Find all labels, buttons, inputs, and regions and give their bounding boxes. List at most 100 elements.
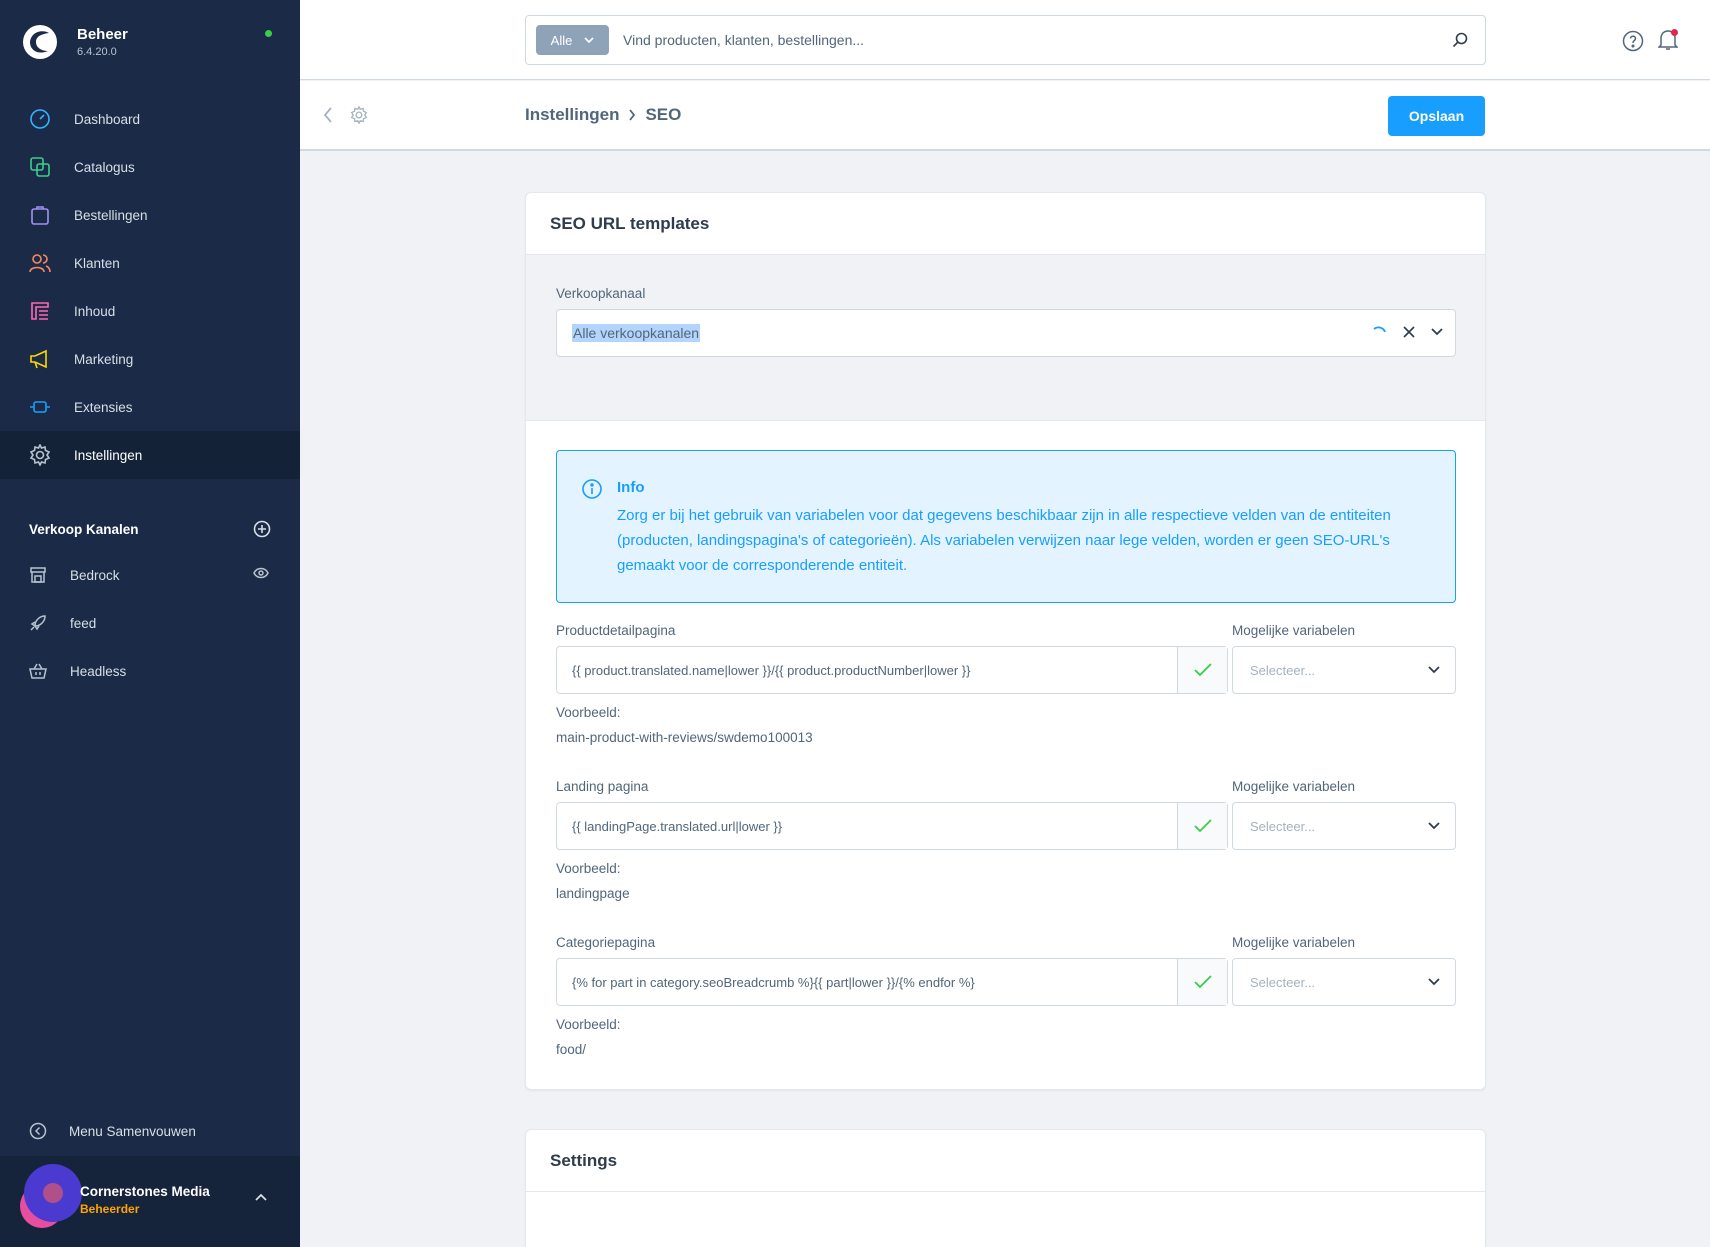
brand[interactable]: Beheer 6.4.20.0: [22, 24, 128, 60]
sidebar-item-catalogus[interactable]: Catalogus: [0, 143, 300, 191]
variables-placeholder: Selecteer...: [1250, 662, 1316, 678]
card-title: Settings: [526, 1130, 1485, 1192]
variables-select[interactable]: Selecteer...: [1232, 802, 1456, 850]
template-value: {{ landingPage.translated.url|lower }}: [572, 818, 783, 834]
user-name: Cornerstones Media: [80, 1184, 210, 1199]
save-button[interactable]: Opslaan: [1388, 96, 1485, 136]
sales-channels-title: Verkoop Kanalen: [29, 521, 139, 537]
sidebar: Beheer 6.4.20.0 Dashboard Catalogus Best…: [0, 0, 300, 1247]
catalog-icon: [29, 156, 51, 178]
sidebar-item-label: Klanten: [74, 255, 120, 271]
valid-check-icon: [1177, 959, 1227, 1005]
channel-item-headless[interactable]: Headless: [0, 647, 300, 695]
avatar: [24, 1164, 82, 1222]
clear-icon[interactable]: [1403, 326, 1415, 338]
channel-item-bedrock[interactable]: Bedrock: [0, 551, 300, 599]
marketing-icon: [29, 348, 51, 370]
template-input[interactable]: {% for part in category.seoBreadcrumb %}…: [556, 958, 1228, 1006]
sidebar-item-label: Marketing: [74, 351, 134, 367]
example-value: main-product-with-reviews/swdemo100013: [556, 730, 813, 745]
info-text: Zorg er bij het gebruik van variabelen v…: [617, 507, 1391, 574]
example-value: landingpage: [556, 886, 630, 901]
info-title: Info: [617, 479, 645, 496]
chevron-left-circle-icon: [29, 1122, 47, 1140]
settings-card: Settings: [525, 1129, 1486, 1247]
template-input[interactable]: {{ landingPage.translated.url|lower }}: [556, 802, 1228, 850]
back-arrow-icon[interactable]: [322, 106, 334, 124]
user-role: Beheerder: [80, 1202, 140, 1216]
field-label: Categoriepagina: [556, 935, 656, 950]
help-icon[interactable]: [1622, 30, 1644, 52]
channel-label: feed: [70, 615, 97, 631]
storefront-icon: [29, 566, 47, 584]
sidebar-item-label: Dashboard: [74, 111, 141, 127]
sales-channel-select[interactable]: Alle verkoopkanalen: [556, 309, 1456, 357]
gear-icon[interactable]: [350, 106, 368, 124]
top-bar: Alle: [300, 0, 1710, 80]
variables-placeholder: Selecteer...: [1250, 818, 1316, 834]
sidebar-item-extensies[interactable]: Extensies: [0, 383, 300, 431]
seo-url-templates-card: SEO URL templates Verkoopkanaal Alle ver…: [525, 192, 1486, 1090]
sales-channels-heading: Verkoop Kanalen: [29, 520, 271, 538]
sidebar-item-klanten[interactable]: Klanten: [0, 239, 300, 287]
add-channel-icon[interactable]: [253, 520, 271, 538]
variables-select[interactable]: Selecteer...: [1232, 646, 1456, 694]
basket-icon: [29, 662, 47, 680]
chevron-down-icon: [1428, 978, 1440, 986]
variables-label: Mogelijke variabelen: [1232, 935, 1356, 950]
search-type-label: Alle: [550, 32, 573, 48]
smart-bar: Instellingen SEO Opslaan: [300, 81, 1710, 151]
rocket-icon: [29, 614, 47, 632]
search-icon: [1452, 32, 1468, 48]
variables-placeholder: Selecteer...: [1250, 974, 1316, 990]
search-type-select[interactable]: Alle: [536, 25, 609, 55]
main-nav: Dashboard Catalogus Bestellingen Klanten…: [0, 95, 300, 479]
channel-label: Bedrock: [70, 567, 120, 583]
breadcrumb-current: SEO: [645, 105, 682, 124]
notification-badge: [1671, 29, 1678, 36]
template-value: {% for part in category.seoBreadcrumb %}…: [572, 974, 975, 990]
status-indicator: [265, 30, 272, 37]
collapse-menu-label: Menu Samenvouwen: [69, 1123, 196, 1139]
valid-check-icon: [1177, 647, 1227, 693]
variables-select[interactable]: Selecteer...: [1232, 958, 1456, 1006]
info-alert: Info Zorg er bij het gebruik van variabe…: [556, 450, 1456, 603]
example-label: Voorbeeld:: [556, 705, 621, 720]
customers-icon: [29, 252, 51, 274]
breadcrumb-item[interactable]: Instellingen: [525, 105, 619, 125]
sidebar-item-label: Extensies: [74, 399, 133, 415]
shopware-logo-icon: [23, 25, 57, 59]
chevron-right-icon: [628, 109, 636, 121]
example-label: Voorbeeld:: [556, 861, 621, 876]
sales-channel-label: Verkoopkanaal: [556, 286, 646, 301]
chevron-down-icon[interactable]: [1431, 328, 1443, 336]
global-search: Alle: [525, 15, 1486, 65]
search-input[interactable]: [623, 32, 1435, 48]
eye-icon[interactable]: [253, 567, 269, 579]
chevron-up-icon[interactable]: [255, 1193, 267, 1201]
search-button[interactable]: [1435, 32, 1485, 48]
field-label: Landing pagina: [556, 779, 649, 794]
sidebar-item-marketing[interactable]: Marketing: [0, 335, 300, 383]
collapse-menu-button[interactable]: Menu Samenvouwen: [29, 1122, 196, 1140]
sales-channels-list: Bedrock feed Headless: [0, 551, 300, 695]
chevron-down-icon: [584, 37, 594, 43]
template-input[interactable]: {{ product.translated.name|lower }}/{{ p…: [556, 646, 1228, 694]
sidebar-item-inhoud[interactable]: Inhoud: [0, 287, 300, 335]
sidebar-item-dashboard[interactable]: Dashboard: [0, 95, 300, 143]
extensions-icon: [29, 396, 51, 418]
settings-icon: [29, 444, 51, 466]
valid-check-icon: [1177, 803, 1227, 849]
orders-icon: [29, 204, 51, 226]
sales-channel-value: Alle verkoopkanalen: [572, 324, 701, 342]
sidebar-item-instellingen[interactable]: Instellingen: [0, 431, 300, 479]
sidebar-item-label: Instellingen: [74, 447, 143, 463]
sales-channel-toolbar: Verkoopkanaal Alle verkoopkanalen: [526, 255, 1485, 421]
user-panel[interactable]: Cornerstones Media Beheerder: [0, 1156, 300, 1247]
variables-label: Mogelijke variabelen: [1232, 779, 1356, 794]
variables-label: Mogelijke variabelen: [1232, 623, 1356, 638]
sidebar-item-bestellingen[interactable]: Bestellingen: [0, 191, 300, 239]
channel-item-feed[interactable]: feed: [0, 599, 300, 647]
channel-label: Headless: [70, 663, 127, 679]
template-value: {{ product.translated.name|lower }}/{{ p…: [572, 662, 971, 678]
